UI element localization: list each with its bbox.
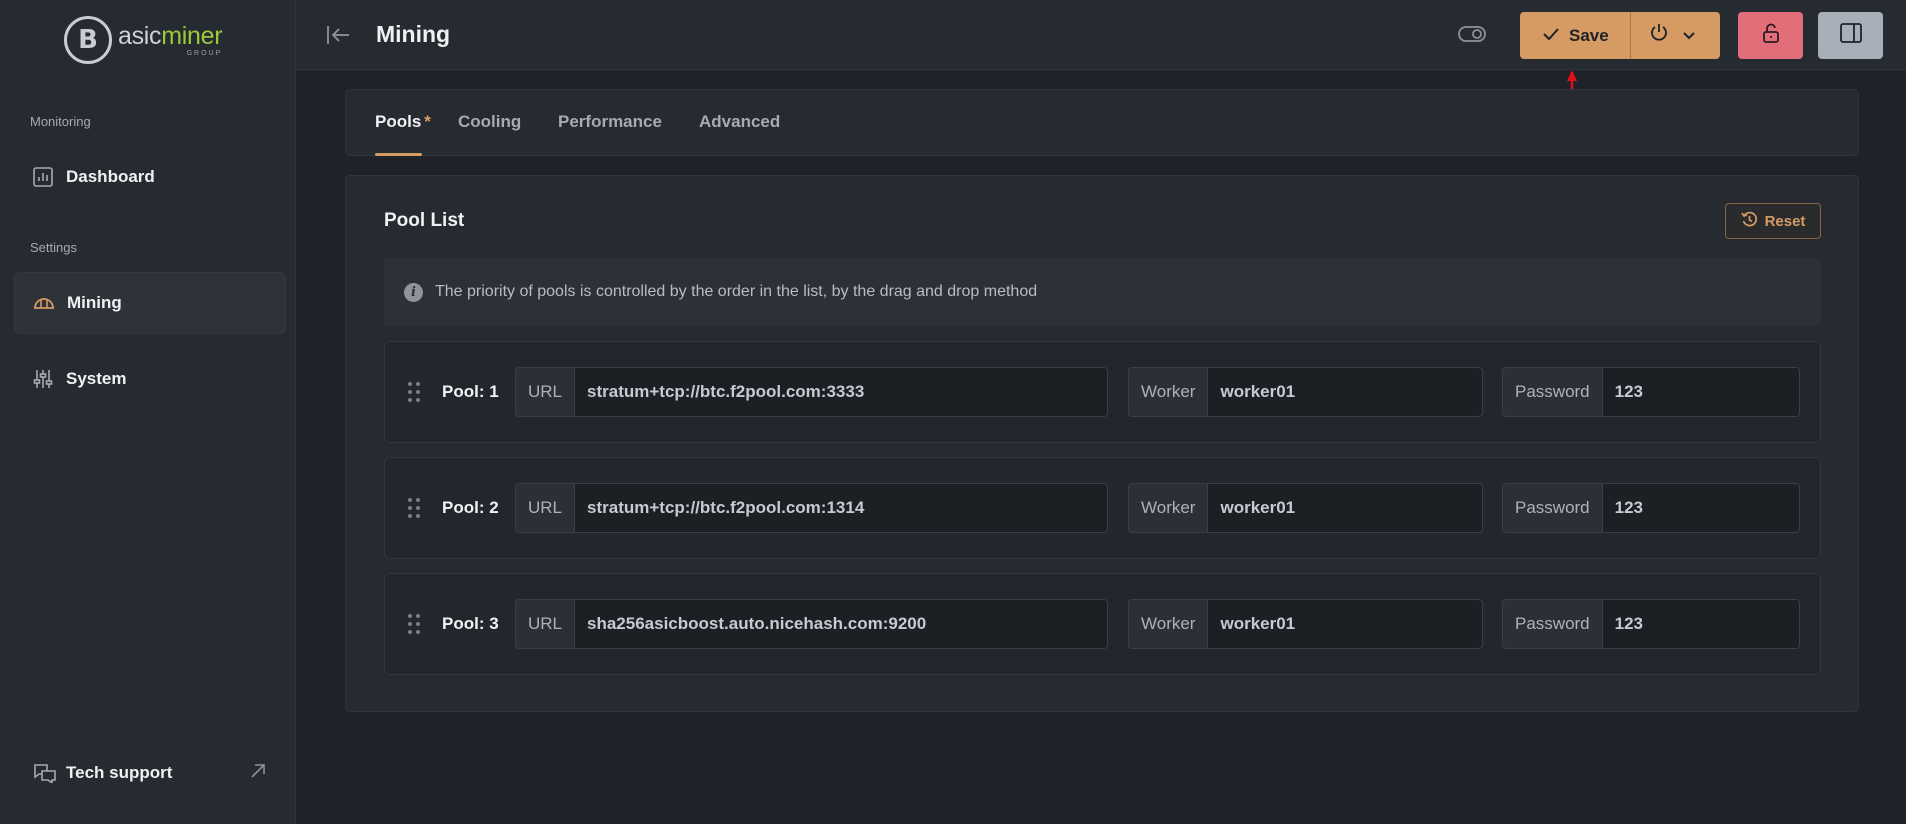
bitcoin-logo-icon: B (64, 16, 112, 64)
unlock-button[interactable] (1738, 12, 1803, 59)
pool-url-field[interactable]: URL sha256asicboost.auto.nicehash.com:92… (515, 599, 1108, 649)
pool-password-field[interactable]: Password 123 (1502, 483, 1800, 533)
sidebar-item-label: Dashboard (66, 167, 155, 186)
sidebar-item-dashboard[interactable]: Dashboard (14, 146, 286, 208)
info-text: The priority of pools is controlled by t… (435, 283, 1038, 300)
pool-password-field[interactable]: Password 123 (1502, 599, 1800, 649)
pool-label: Pool: 2 (442, 498, 499, 517)
drag-handle-icon[interactable] (407, 381, 421, 408)
worker-value[interactable]: worker01 (1208, 368, 1295, 416)
sliders-icon (32, 368, 54, 390)
pool-row[interactable]: Pool: 1 URL stratum+tcp://btc.f2pool.com… (384, 341, 1821, 443)
url-value[interactable]: sha256asicboost.auto.nicehash.com:9200 (575, 600, 926, 648)
save-button-group: Save (1520, 12, 1720, 59)
worker-value[interactable]: worker01 (1208, 600, 1295, 648)
worker-label: Worker (1129, 368, 1209, 416)
collapse-sidebar-icon[interactable] (326, 24, 350, 51)
pool-list-title: Pool List (384, 210, 465, 231)
sidebar-panel-icon (1839, 23, 1862, 48)
url-label: URL (516, 368, 576, 416)
logo-group: GROUP (186, 49, 223, 57)
restart-icon (1649, 23, 1669, 48)
drag-handle-icon[interactable] (407, 613, 421, 640)
pool-row[interactable]: Pool: 2 URL stratum+tcp://btc.f2pool.com… (384, 457, 1821, 559)
settings-tabs: Pools * Cooling Performance Advanced (345, 89, 1859, 156)
chevron-down-icon (1683, 27, 1695, 45)
drag-handle-icon[interactable] (407, 497, 421, 524)
tech-support-link[interactable]: Tech support (34, 762, 266, 784)
url-label: URL (516, 484, 576, 532)
top-header: Mining Save (296, 0, 1906, 70)
sidebar-item-mining[interactable]: Mining (14, 272, 286, 334)
password-value[interactable]: 123 (1603, 484, 1643, 532)
sidebar-section-settings: Settings (30, 240, 77, 255)
tab-pools[interactable]: Pools * (375, 112, 431, 132)
app-logo[interactable]: B asicminer GROUP (64, 16, 223, 64)
tab-cooling[interactable]: Cooling (458, 112, 521, 132)
chart-icon (32, 166, 54, 188)
sidebar-item-label: System (66, 369, 127, 388)
password-label: Password (1503, 600, 1603, 648)
save-button[interactable]: Save (1520, 12, 1631, 59)
chat-icon (34, 762, 56, 784)
sidebar: B asicminer GROUP Monitoring Dashboard S… (0, 0, 296, 824)
external-link-icon (250, 763, 266, 784)
info-icon: i (404, 282, 423, 302)
pool-label: Pool: 1 (442, 382, 499, 401)
tab-performance[interactable]: Performance (558, 112, 662, 132)
unlock-icon (1762, 23, 1780, 48)
tab-advanced[interactable]: Advanced (699, 112, 780, 132)
url-label: URL (516, 600, 576, 648)
reset-icon (1740, 211, 1758, 232)
worker-label: Worker (1129, 484, 1209, 532)
pool-worker-field[interactable]: Worker worker01 (1128, 483, 1483, 533)
pool-url-field[interactable]: URL stratum+tcp://btc.f2pool.com:3333 (515, 367, 1108, 417)
logo-wordmark: asicminer (118, 21, 223, 50)
reset-button[interactable]: Reset (1725, 203, 1821, 239)
pool-row[interactable]: Pool: 3 URL sha256asicboost.auto.nicehas… (384, 573, 1821, 675)
url-value[interactable]: stratum+tcp://btc.f2pool.com:1314 (575, 484, 864, 532)
theme-toggle-icon[interactable] (1458, 24, 1486, 49)
unsaved-indicator: * (424, 112, 431, 131)
save-options-dropdown[interactable] (1631, 12, 1695, 59)
password-value[interactable]: 123 (1603, 368, 1643, 416)
toggle-panel-button[interactable] (1818, 12, 1883, 59)
worker-label: Worker (1129, 600, 1209, 648)
pool-worker-field[interactable]: Worker worker01 (1128, 367, 1483, 417)
password-label: Password (1503, 484, 1603, 532)
sidebar-item-label: Mining (67, 293, 122, 312)
worker-value[interactable]: worker01 (1208, 484, 1295, 532)
sidebar-section-monitoring: Monitoring (30, 114, 91, 129)
pool-password-field[interactable]: Password 123 (1502, 367, 1800, 417)
check-icon (1543, 26, 1559, 46)
tech-support-label: Tech support (66, 763, 173, 782)
pool-label: Pool: 3 (442, 614, 499, 633)
save-label: Save (1569, 25, 1609, 45)
reset-label: Reset (1764, 212, 1806, 230)
page-title: Mining (376, 21, 451, 47)
pool-url-field[interactable]: URL stratum+tcp://btc.f2pool.com:1314 (515, 483, 1108, 533)
active-tab-indicator (375, 153, 422, 156)
info-banner: i The priority of pools is controlled by… (384, 258, 1821, 326)
mining-helmet-icon (33, 292, 55, 314)
url-value[interactable]: stratum+tcp://btc.f2pool.com:3333 (575, 368, 864, 416)
pool-worker-field[interactable]: Worker worker01 (1128, 599, 1483, 649)
sidebar-item-system[interactable]: System (14, 348, 286, 410)
password-value[interactable]: 123 (1603, 600, 1643, 648)
password-label: Password (1503, 368, 1603, 416)
pool-list-card: Pool List Reset i The priority of pools … (345, 175, 1859, 712)
